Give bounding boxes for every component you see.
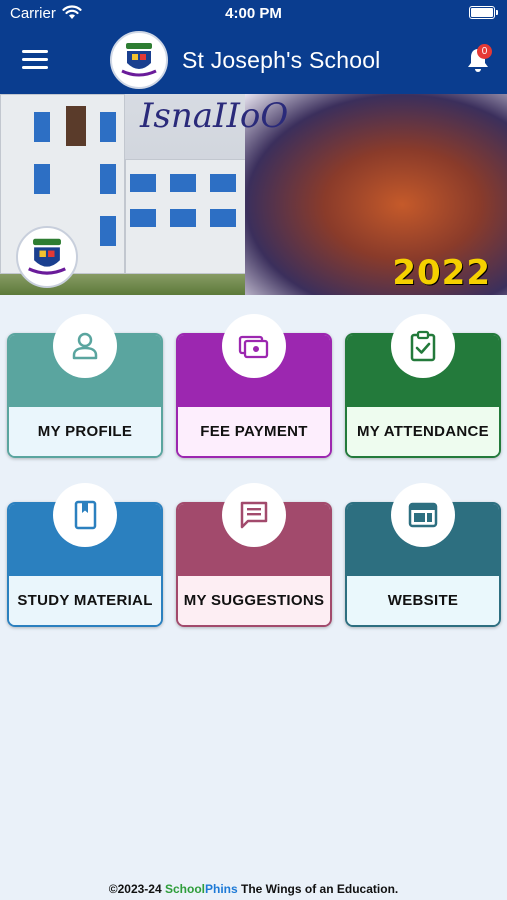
status-bar: Carrier 4:00 PM [0, 0, 507, 28]
school-logo [110, 31, 168, 89]
building-window [34, 164, 50, 194]
building-window [130, 174, 156, 192]
tile-icon-circle [391, 483, 455, 547]
tile-label: MY SUGGESTIONS [178, 576, 330, 625]
notification-badge: 0 [477, 44, 492, 59]
tile-icon-circle [222, 483, 286, 547]
chat-icon [240, 501, 268, 529]
building-window [100, 216, 116, 246]
payment-icon [238, 335, 269, 359]
building-window [130, 209, 156, 227]
school-banner: IsnaIIoO 2022 [0, 94, 507, 295]
battery-icon [469, 6, 498, 19]
portrait-frame [66, 106, 86, 146]
building-window [170, 209, 196, 227]
tile-icon-circle [222, 314, 286, 378]
tile-label: MY ATTENDANCE [347, 407, 499, 456]
tile-label: WEBSITE [347, 576, 499, 625]
banner-script-text: IsnaIIoO [140, 96, 289, 136]
footer-copyright: ©2023-24 SchoolPhins The Wings of an Edu… [0, 882, 507, 896]
footer-brand-phins: Phins [205, 882, 238, 896]
footer-prefix: ©2023-24 [108, 882, 165, 896]
tile-icon-circle [53, 483, 117, 547]
clipboard-check-icon [410, 330, 436, 362]
building-window [210, 174, 236, 192]
banner-year: 2022 [392, 253, 491, 293]
banner-school-logo [16, 226, 78, 288]
status-time: 4:00 PM [225, 5, 282, 22]
menu-line [22, 66, 48, 69]
building-window [34, 112, 50, 142]
footer-tagline: The Wings of an Education. [237, 882, 399, 896]
tile-icon-circle [391, 314, 455, 378]
tile-label: FEE PAYMENT [178, 407, 330, 456]
school-title: St Joseph's School [182, 47, 381, 73]
school-crest-icon [28, 238, 66, 275]
person-icon [72, 332, 98, 360]
footer-brand-school: School [164, 882, 205, 896]
tile-icon-circle [53, 314, 117, 378]
building-window [170, 174, 196, 192]
browser-icon [408, 502, 438, 528]
building-window [100, 164, 116, 194]
building-window [100, 112, 116, 142]
building-window [210, 209, 236, 227]
menu-line [22, 50, 48, 53]
school-crest-icon [121, 43, 157, 77]
tile-label: MY PROFILE [9, 407, 161, 456]
book-icon [74, 500, 97, 530]
menu-line [22, 58, 48, 61]
tile-label: STUDY MATERIAL [9, 576, 161, 625]
app-header: Carrier 4:00 PM St Joseph's School 0 [0, 0, 507, 94]
menu-button[interactable] [22, 50, 48, 70]
